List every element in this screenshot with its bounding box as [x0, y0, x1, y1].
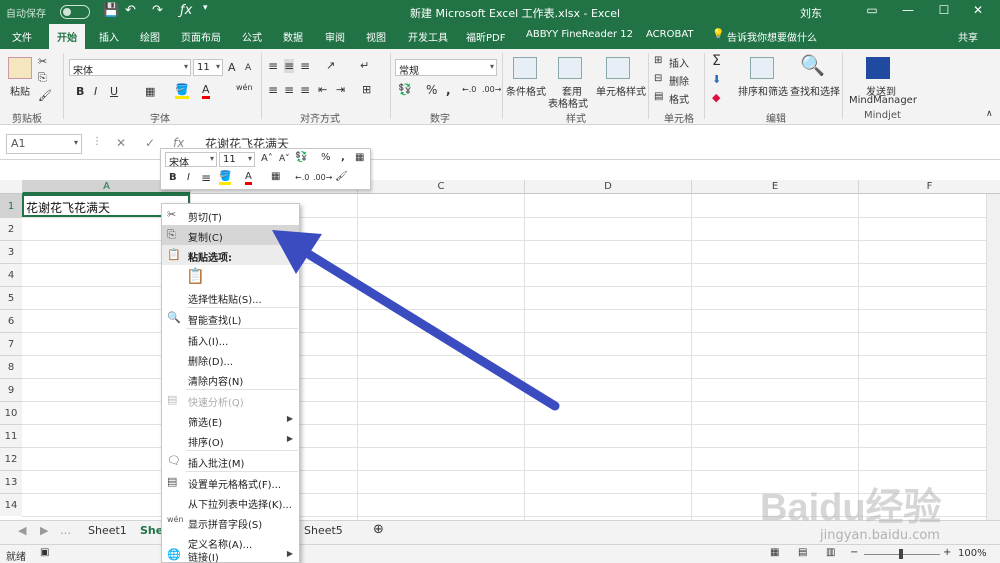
baidu-watermark: Baidu经验 jingyan.baidu.com [760, 450, 1000, 550]
watermark-url: jingyan.baidu.com [820, 528, 940, 543]
annotation-arrow-shaft [305, 250, 560, 411]
annotation-arrow-head [272, 230, 322, 274]
watermark-brand: Baidu经验 [760, 487, 942, 529]
